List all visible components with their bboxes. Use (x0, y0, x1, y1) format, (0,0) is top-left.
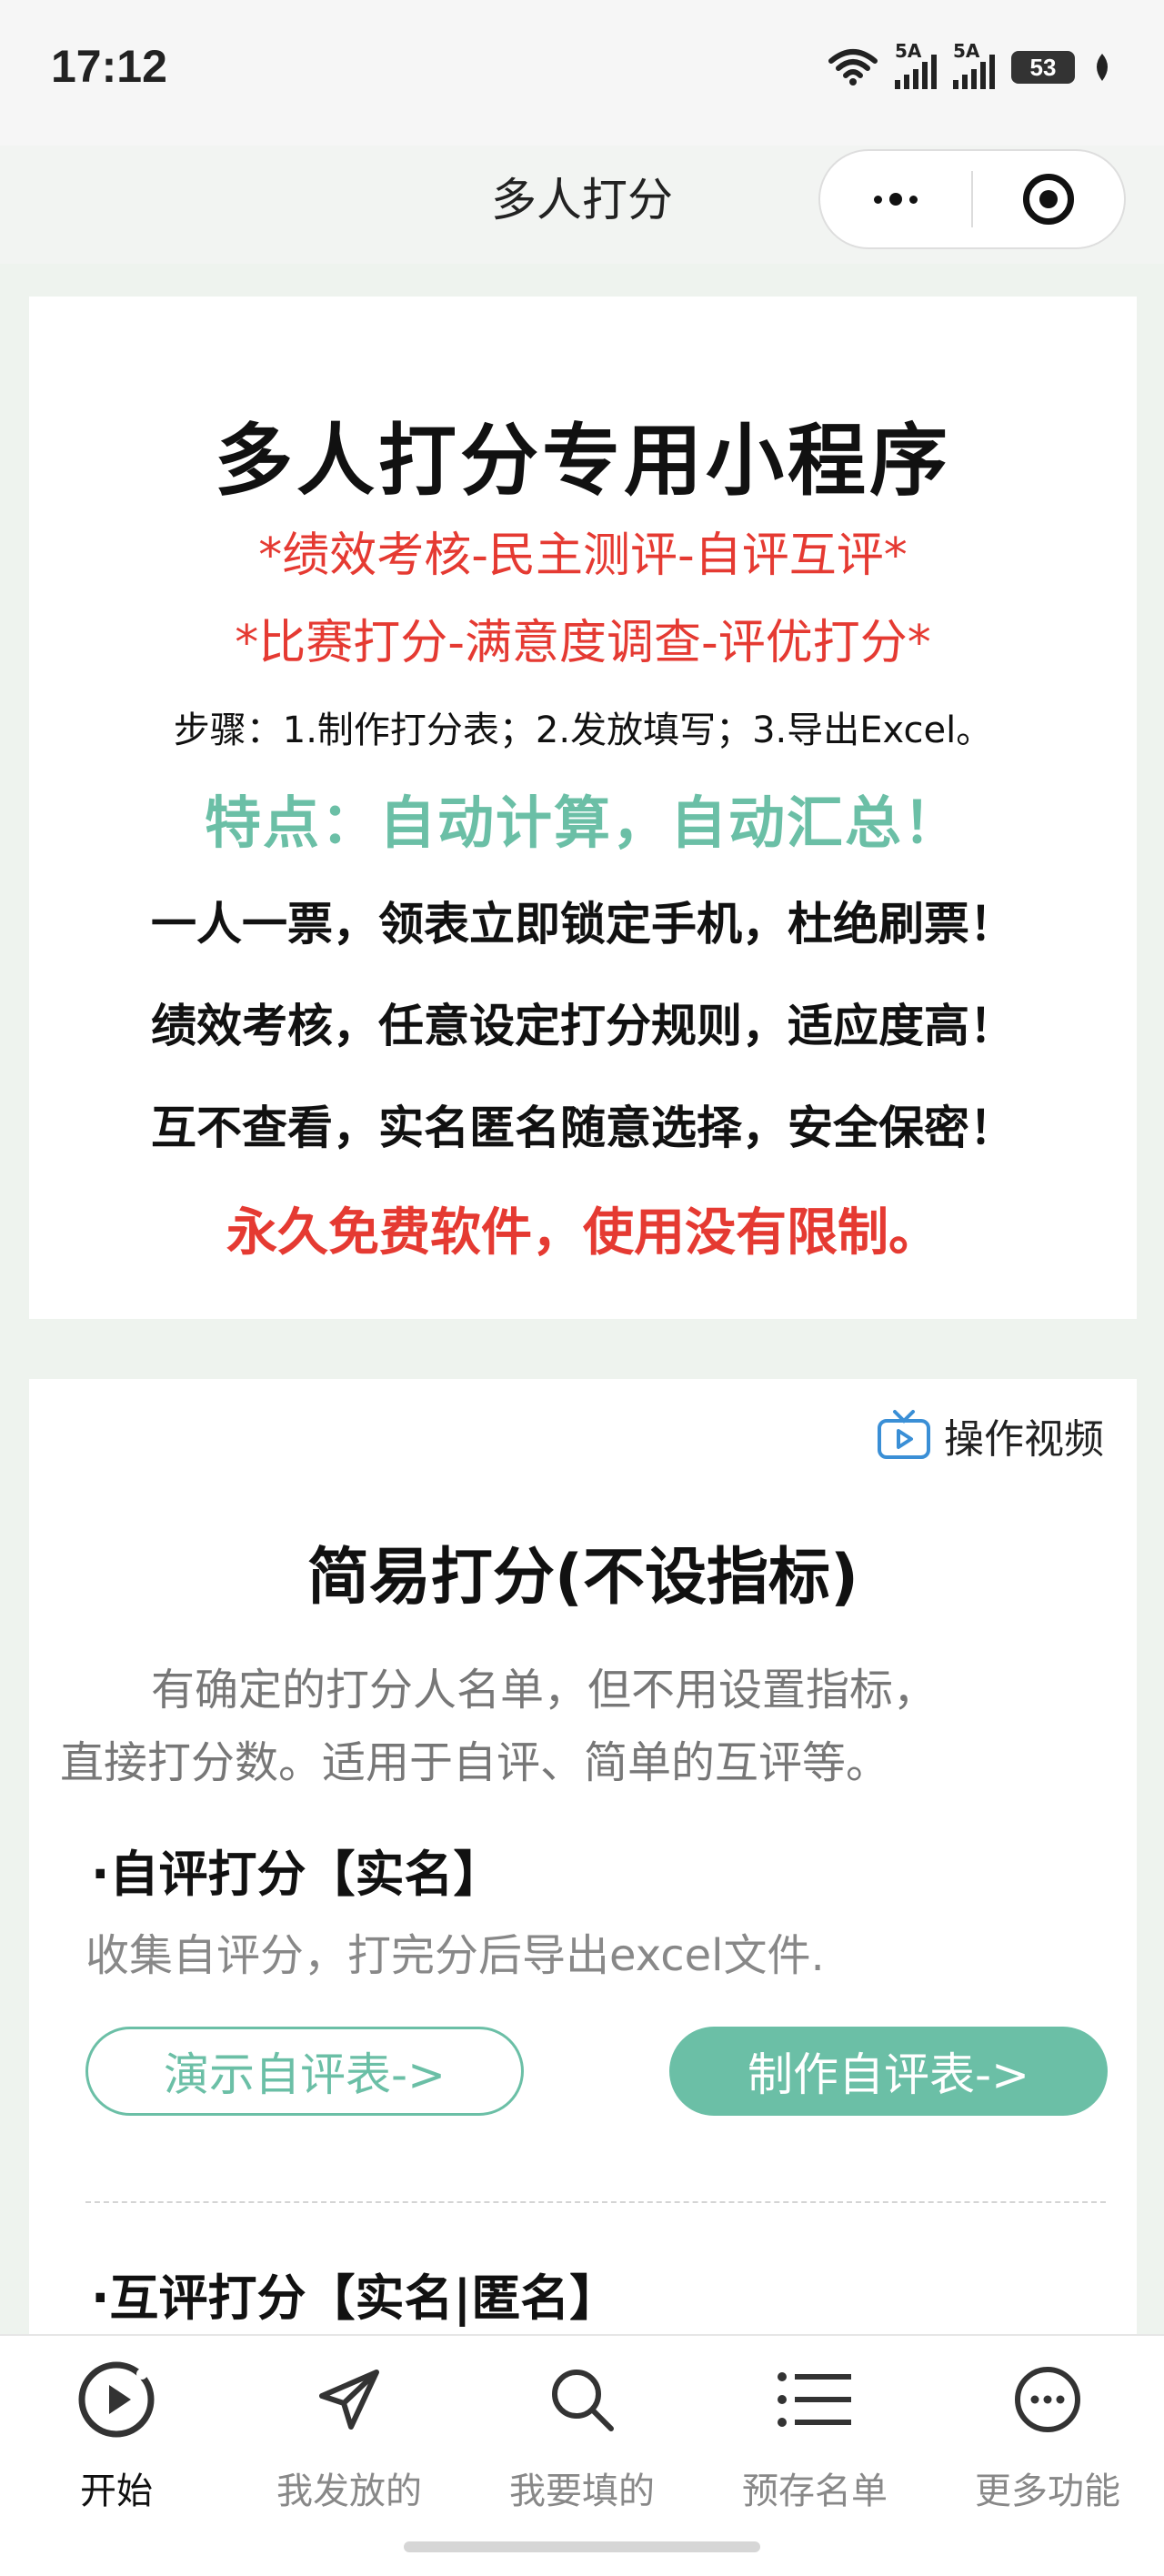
tab-more[interactable]: 更多功能 (957, 2354, 1139, 2514)
tab-bar: 开始 我发放的 我要填的 预存名单 更多功能 (0, 2334, 1164, 2576)
status-bar: 17:12 5A 5A 53 (0, 0, 1164, 146)
intro-free-note: 永久免费软件，使用没有限制。 (226, 1203, 939, 1263)
intro-feature: 特点：自动计算，自动汇总！ (204, 790, 961, 856)
signal-icon: 5A (895, 40, 937, 89)
tab-sent[interactable]: 我发放的 (258, 2354, 440, 2514)
tab-to-fill[interactable]: 我要填的 (491, 2354, 673, 2514)
intro-title: 多人打分专用小程序 (215, 416, 951, 507)
tab-saved-lists[interactable]: 预存名单 (724, 2354, 906, 2514)
play-circle-icon (78, 2361, 155, 2438)
description-line-1: 有确定的打分人名单，但不用设置指标， (151, 1665, 938, 1716)
wifi-icon (828, 49, 878, 86)
close-program-button[interactable] (973, 151, 1124, 247)
tab-sent-label: 我发放的 (276, 2470, 422, 2512)
mini-program-capsule (818, 149, 1126, 249)
simple-card-description: 有确定的打分人名单，但不用设置指标， 直接打分数。适用于自评、简单的互评等。 (60, 1654, 1115, 1799)
more-menu-button[interactable] (820, 151, 971, 247)
intro-card: 多人打分专用小程序 *绩效考核-民主测评-自评互评* *比赛打分-满意度调查-评… (29, 297, 1137, 1319)
send-icon (319, 2370, 379, 2430)
list-icon (778, 2372, 851, 2427)
mutual-score-title: ·互评打分【实名|匿名】 (91, 2269, 619, 2327)
demo-self-form-button[interactable]: 演示自评表-> (85, 2027, 524, 2116)
intro-bullet-1: 一人一票，领表立即锁定手机，杜绝刷票！ (151, 898, 1015, 951)
tab-start-label: 开始 (80, 2470, 153, 2512)
self-score-description: 收集自评分，打完分后导出excel文件. (85, 1930, 825, 1981)
signal-label: 5A (895, 40, 922, 62)
intro-tagline-2: *比赛打分-满意度调查-评优打分* (235, 616, 931, 670)
intro-steps: 步骤：1.制作打分表；2.发放填写；3.导出Excel。 (173, 709, 993, 751)
more-dots-icon (874, 193, 918, 206)
video-link[interactable]: 操作视频 (877, 1406, 1104, 1464)
battery-icon: 53 (1011, 51, 1075, 84)
intro-bullet-3: 互不查看，实名匿名随意选择，安全保密！ (151, 1102, 1015, 1154)
tv-icon (878, 1410, 930, 1459)
simple-scoring-card: 操作视频 简易打分(不设指标) 有确定的打分人名单，但不用设置指标， 直接打分数… (29, 1379, 1137, 2334)
self-score-title: ·自评打分【实名】 (91, 1846, 503, 1903)
section-divider (85, 2201, 1106, 2203)
status-icons: 5A 5A 53 (828, 40, 1113, 89)
signal-icon: 5A (953, 40, 995, 89)
video-link-label: 操作视频 (944, 1416, 1104, 1463)
tab-saved-lists-label: 预存名单 (742, 2470, 888, 2512)
description-line-2: 直接打分数。适用于自评、简单的互评等。 (60, 1737, 890, 1788)
search-icon (552, 2370, 614, 2431)
tab-more-label: 更多功能 (975, 2470, 1120, 2512)
home-indicator[interactable] (404, 2541, 760, 2552)
intro-bullet-2: 绩效考核，任意设定打分规则，适应度高！ (151, 1000, 1015, 1052)
make-self-form-button[interactable]: 制作自评表-> (669, 2027, 1108, 2116)
intro-tagline-1: *绩效考核-民主测评-自评互评* (258, 528, 908, 583)
more-circle-icon (1015, 2367, 1080, 2432)
signal-label: 5A (953, 40, 980, 62)
target-icon (1023, 174, 1074, 225)
simple-card-title: 简易打分(不设指标) (306, 1542, 859, 1614)
tab-start[interactable]: 开始 (25, 2354, 207, 2514)
tab-to-fill-label: 我要填的 (509, 2470, 655, 2512)
leaf-icon (1097, 54, 1108, 81)
status-time: 17:12 (51, 41, 167, 92)
